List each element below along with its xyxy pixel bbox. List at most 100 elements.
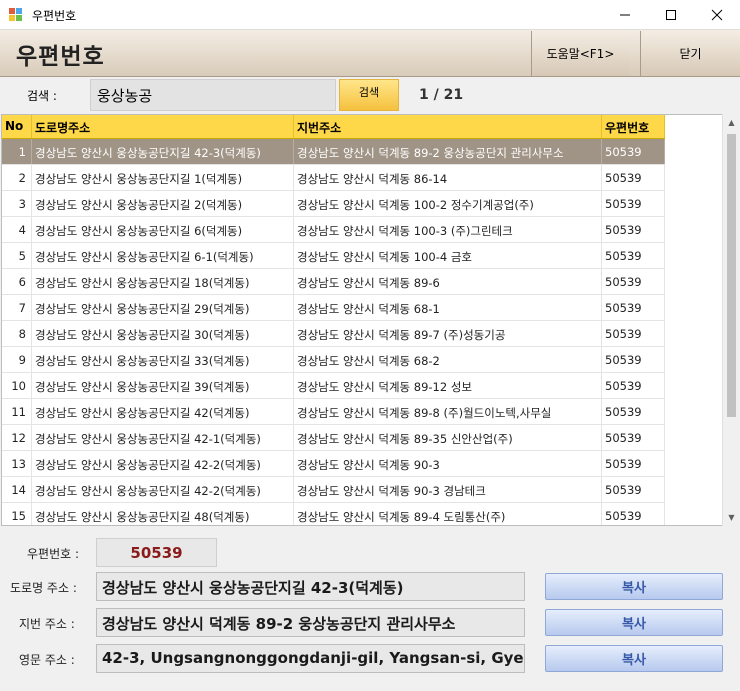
column-header-jibun-address[interactable]: 지번주소 <box>294 115 602 138</box>
maximize-icon <box>666 10 676 20</box>
row-no: 12 <box>2 425 32 450</box>
row-road-address: 경상남도 양산시 웅상농공단지길 33(덕계동) <box>32 347 294 372</box>
row-no: 2 <box>2 165 32 190</box>
column-header-road-address[interactable]: 도로명주소 <box>32 115 294 138</box>
row-jibun-address: 경상남도 양산시 덕계동 89-8 (주)월드이노텍,사무실 <box>294 399 602 424</box>
row-jibun-address: 경상남도 양산시 덕계동 89-7 (주)성동기공 <box>294 321 602 346</box>
row-zip: 50539 <box>602 425 665 450</box>
table-row[interactable]: 13 경상남도 양산시 웅상농공단지길 42-2(덕계동) 경상남도 양산시 덕… <box>2 451 665 477</box>
search-input[interactable]: 웅상농공 <box>90 79 336 111</box>
table-row[interactable]: 10 경상남도 양산시 웅상농공단지길 39(덕계동) 경상남도 양산시 덕계동… <box>2 373 665 399</box>
table-row[interactable]: 1 경상남도 양산시 웅상농공단지길 42-3(덕계동) 경상남도 양산시 덕계… <box>2 139 665 165</box>
grid-scrollbar[interactable]: ▲ ▼ <box>722 114 739 526</box>
minimize-icon <box>620 14 630 16</box>
zip-label: 우편번호 : <box>27 547 80 561</box>
row-jibun-address: 경상남도 양산시 덕계동 86-14 <box>294 165 602 190</box>
row-jibun-address: 경상남도 양산시 덕계동 68-2 <box>294 347 602 372</box>
row-zip: 50539 <box>602 295 665 320</box>
help-button[interactable]: 도움말<F1> <box>531 31 629 76</box>
row-zip: 50539 <box>602 451 665 476</box>
column-header-zip[interactable]: 우편번호 <box>602 115 665 138</box>
row-road-address: 경상남도 양산시 웅상농공단지길 29(덕계동) <box>32 295 294 320</box>
row-zip: 50539 <box>602 139 665 164</box>
table-row[interactable]: 4 경상남도 양산시 웅상농공단지길 6(덕계동) 경상남도 양산시 덕계동 1… <box>2 217 665 243</box>
table-row[interactable]: 8 경상남도 양산시 웅상농공단지길 30(덕계동) 경상남도 양산시 덕계동 … <box>2 321 665 347</box>
jibun-address-label: 지번 주소 : <box>19 617 75 631</box>
search-button[interactable]: 검색 <box>339 79 399 111</box>
row-jibun-address: 경상남도 양산시 덕계동 68-1 <box>294 295 602 320</box>
maximize-button[interactable] <box>648 0 694 30</box>
table-row[interactable]: 9 경상남도 양산시 웅상농공단지길 33(덕계동) 경상남도 양산시 덕계동 … <box>2 347 665 373</box>
column-header-no[interactable]: No <box>2 115 32 138</box>
table-row[interactable]: 2 경상남도 양산시 웅상농공단지길 1(덕계동) 경상남도 양산시 덕계동 8… <box>2 165 665 191</box>
table-row[interactable]: 3 경상남도 양산시 웅상농공단지길 2(덕계동) 경상남도 양산시 덕계동 1… <box>2 191 665 217</box>
row-road-address: 경상남도 양산시 웅상농공단지길 42-2(덕계동) <box>32 477 294 502</box>
row-jibun-address: 경상남도 양산시 덕계동 89-2 웅상농공단지 관리사무소 <box>294 139 602 164</box>
table-row[interactable]: 5 경상남도 양산시 웅상농공단지길 6-1(덕계동) 경상남도 양산시 덕계동… <box>2 243 665 269</box>
row-road-address: 경상남도 양산시 웅상농공단지길 2(덕계동) <box>32 191 294 216</box>
row-road-address: 경상남도 양산시 웅상농공단지길 30(덕계동) <box>32 321 294 346</box>
row-road-address: 경상남도 양산시 웅상농공단지길 18(덕계동) <box>32 269 294 294</box>
header-bar: 우편번호 도움말<F1> 닫기 <box>0 30 740 77</box>
row-zip: 50539 <box>602 269 665 294</box>
zip-value: 50539 <box>96 538 217 567</box>
app-window-icon <box>9 8 23 21</box>
jibun-address-field[interactable]: 경상남도 양산시 덕계동 89-2 웅상농공단지 관리사무소 <box>96 608 525 637</box>
row-zip: 50539 <box>602 217 665 242</box>
grid-body: 1 경상남도 양산시 웅상농공단지길 42-3(덕계동) 경상남도 양산시 덕계… <box>2 139 665 525</box>
search-label: 검색 : <box>27 89 57 103</box>
row-road-address: 경상남도 양산시 웅상농공단지길 42(덕계동) <box>32 399 294 424</box>
row-zip: 50539 <box>602 373 665 398</box>
row-zip: 50539 <box>602 503 665 525</box>
scrollbar-thumb[interactable] <box>727 134 736 417</box>
row-road-address: 경상남도 양산시 웅상농공단지길 1(덕계동) <box>32 165 294 190</box>
row-jibun-address: 경상남도 양산시 덕계동 90-3 경남테크 <box>294 477 602 502</box>
table-row[interactable]: 15 경상남도 양산시 웅상농공단지길 48(덕계동) 경상남도 양산시 덕계동… <box>2 503 665 525</box>
table-row[interactable]: 14 경상남도 양산시 웅상농공단지길 42-2(덕계동) 경상남도 양산시 덕… <box>2 477 665 503</box>
address-grid: No 도로명주소 지번주소 우편번호 1 경상남도 양산시 웅상농공단지길 42… <box>1 114 724 526</box>
close-window-button[interactable] <box>694 0 740 30</box>
road-address-field[interactable]: 경상남도 양산시 웅상농공단지길 42-3(덕계동) <box>96 572 525 601</box>
copy-road-address-button[interactable]: 복사 <box>545 573 723 600</box>
row-no: 10 <box>2 373 32 398</box>
row-no: 9 <box>2 347 32 372</box>
row-no: 6 <box>2 269 32 294</box>
scroll-up-arrow-icon[interactable]: ▲ <box>723 114 740 131</box>
row-no: 5 <box>2 243 32 268</box>
row-zip: 50539 <box>602 243 665 268</box>
row-jibun-address: 경상남도 양산시 덕계동 89-12 성보 <box>294 373 602 398</box>
row-zip: 50539 <box>602 321 665 346</box>
row-zip: 50539 <box>602 347 665 372</box>
minimize-button[interactable] <box>602 0 648 30</box>
table-row[interactable]: 6 경상남도 양산시 웅상농공단지길 18(덕계동) 경상남도 양산시 덕계동 … <box>2 269 665 295</box>
row-no: 7 <box>2 295 32 320</box>
copy-jibun-address-button[interactable]: 복사 <box>545 609 723 636</box>
english-address-field[interactable]: 42-3, Ungsangnonggongdanji-gil, Yangsan-… <box>96 644 525 673</box>
row-jibun-address: 경상남도 양산시 덕계동 100-3 (주)그린테크 <box>294 217 602 242</box>
row-no: 8 <box>2 321 32 346</box>
row-jibun-address: 경상남도 양산시 덕계동 100-4 금호 <box>294 243 602 268</box>
row-no: 1 <box>2 139 32 164</box>
table-row[interactable]: 12 경상남도 양산시 웅상농공단지길 42-1(덕계동) 경상남도 양산시 덕… <box>2 425 665 451</box>
close-icon <box>711 9 723 21</box>
row-jibun-address: 경상남도 양산시 덕계동 90-3 <box>294 451 602 476</box>
row-zip: 50539 <box>602 399 665 424</box>
title-bar: 우편번호 <box>0 0 740 30</box>
row-road-address: 경상남도 양산시 웅상농공단지길 6-1(덕계동) <box>32 243 294 268</box>
english-address-label: 영문 주소 : <box>19 653 75 667</box>
table-row[interactable]: 7 경상남도 양산시 웅상농공단지길 29(덕계동) 경상남도 양산시 덕계동 … <box>2 295 665 321</box>
scroll-down-arrow-icon[interactable]: ▼ <box>723 509 740 526</box>
row-no: 14 <box>2 477 32 502</box>
row-no: 3 <box>2 191 32 216</box>
row-jibun-address: 경상남도 양산시 덕계동 89-6 <box>294 269 602 294</box>
copy-english-address-button[interactable]: 복사 <box>545 645 723 672</box>
table-row[interactable]: 11 경상남도 양산시 웅상농공단지길 42(덕계동) 경상남도 양산시 덕계동… <box>2 399 665 425</box>
page-title: 우편번호 <box>16 44 105 70</box>
row-road-address: 경상남도 양산시 웅상농공단지길 6(덕계동) <box>32 217 294 242</box>
close-button[interactable]: 닫기 <box>640 31 740 76</box>
row-road-address: 경상남도 양산시 웅상농공단지길 48(덕계동) <box>32 503 294 525</box>
row-road-address: 경상남도 양산시 웅상농공단지길 42-3(덕계동) <box>32 139 294 164</box>
road-address-label: 도로명 주소 : <box>10 581 77 595</box>
row-no: 15 <box>2 503 32 525</box>
page-indicator: 1 / 21 <box>419 87 464 103</box>
